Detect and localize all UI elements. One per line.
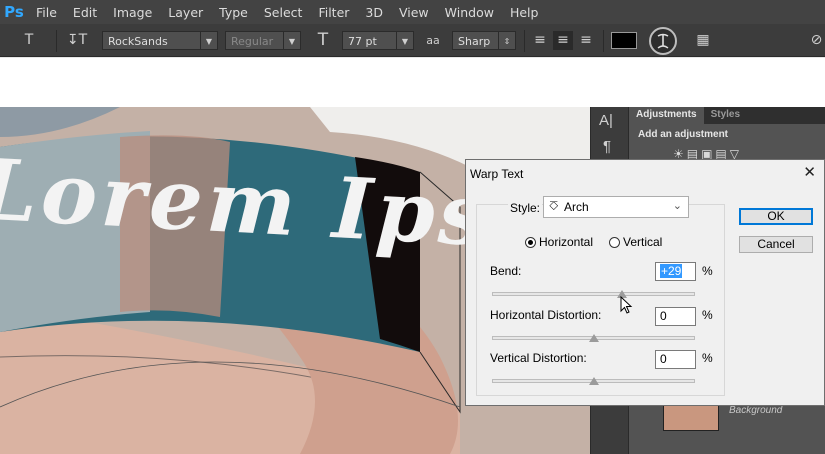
chevron-down-icon: ▼ [200, 32, 217, 49]
font-style-value: Regular [231, 35, 274, 48]
menu-edit[interactable]: Edit [65, 5, 105, 20]
font-size-select[interactable]: 77 pt ▼ [342, 31, 414, 50]
vertical-label: Vertical [623, 235, 663, 249]
menu-file[interactable]: File [28, 5, 65, 20]
vertical-distortion-label: Vertical Distortion: [490, 351, 587, 365]
menu-image[interactable]: Image [105, 5, 160, 20]
antialias-icon: aa [426, 34, 440, 47]
bend-input[interactable]: +29 [655, 262, 696, 281]
text-color-swatch[interactable] [611, 32, 637, 49]
horizontal-distortion-unit: % [702, 308, 713, 322]
character-panel-icon[interactable]: ▦ [692, 31, 714, 50]
chevron-down-icon: ▼ [396, 32, 413, 49]
align-right-icon[interactable]: ≡ [576, 31, 596, 50]
bend-value: +29 [660, 264, 683, 278]
bend-slider-track[interactable] [492, 292, 695, 296]
tab-styles[interactable]: Styles [704, 107, 747, 124]
menu-layer[interactable]: Layer [160, 5, 211, 20]
font-size-value: 77 pt [348, 35, 377, 48]
vertical-distortion-input[interactable]: 0 [655, 350, 696, 369]
stepper-icon: ⇕ [498, 32, 515, 49]
chevron-down-icon: ▼ [283, 32, 300, 49]
ok-button[interactable]: OK [739, 208, 813, 225]
character-icon[interactable]: A| [599, 112, 613, 129]
arch-style-icon: ⎏ [549, 199, 559, 213]
ps-logo: Ps [4, 3, 24, 21]
horizontal-radio[interactable] [525, 237, 536, 248]
mouse-cursor-icon [620, 296, 633, 314]
dialog-title: Warp Text [470, 167, 524, 181]
menu-type[interactable]: Type [211, 5, 256, 20]
warp-text-dialog: Warp Text ✕ Style: ⎏ Arch ⌄ Horizontal V… [465, 159, 825, 406]
document-tab-strip [0, 57, 825, 108]
style-label: Style: [508, 201, 543, 215]
menu-help[interactable]: Help [502, 5, 547, 20]
adjustments-heading: Add an adjustment [638, 129, 729, 140]
cancel-edit-icon[interactable]: ⊘ [808, 31, 825, 50]
antialias-select[interactable]: Sharp ⇕ [452, 31, 516, 50]
font-style-select[interactable]: Regular ▼ [225, 31, 301, 50]
type-tool-icon[interactable]: T [18, 31, 40, 50]
font-size-icon: T [317, 30, 329, 50]
horizontal-distortion-thumb[interactable] [589, 334, 599, 342]
paragraph-icon[interactable]: ¶ [603, 138, 611, 155]
font-family-value: RockSands [108, 35, 168, 48]
menu-view[interactable]: View [391, 5, 437, 20]
menu-bar: Ps File Edit Image Layer Type Select Fil… [0, 0, 825, 24]
warp-settings-group: Style: ⎏ Arch ⌄ Horizontal Vertical Bend… [476, 196, 725, 396]
menu-filter[interactable]: Filter [310, 5, 357, 20]
align-center-icon[interactable]: ≡ [553, 31, 573, 50]
horizontal-label: Horizontal [539, 235, 594, 249]
menu-window[interactable]: Window [437, 5, 502, 20]
align-left-icon[interactable]: ≡ [530, 31, 550, 50]
menu-select[interactable]: Select [256, 5, 311, 20]
style-select[interactable]: ⎏ Arch ⌄ [543, 196, 689, 218]
style-value: Arch [564, 200, 589, 214]
bend-unit: % [702, 264, 713, 278]
close-icon[interactable]: ✕ [803, 163, 816, 181]
menu-3d[interactable]: 3D [357, 5, 391, 20]
horizontal-distortion-label: Horizontal Distortion: [490, 308, 602, 322]
vertical-distortion-thumb[interactable] [589, 377, 599, 385]
options-bar: T ↧T RockSands ▼ Regular ▼ T 77 pt ▼ aa … [0, 24, 825, 57]
horizontal-distortion-input[interactable]: 0 [655, 307, 696, 326]
vertical-distortion-unit: % [702, 351, 713, 365]
tab-adjustments[interactable]: Adjustments [629, 107, 704, 124]
chevron-down-icon: ⌄ [672, 200, 682, 212]
vertical-radio[interactable] [609, 237, 620, 248]
antialias-value: Sharp [458, 35, 491, 48]
layer-name: Background [729, 405, 783, 416]
toggle-orientation-icon[interactable]: ↧T [66, 31, 88, 50]
font-family-select[interactable]: RockSands ▼ [102, 31, 218, 50]
warp-text-icon[interactable] [649, 27, 677, 55]
cancel-button[interactable]: Cancel [739, 236, 813, 253]
bend-label: Bend: [490, 264, 522, 278]
